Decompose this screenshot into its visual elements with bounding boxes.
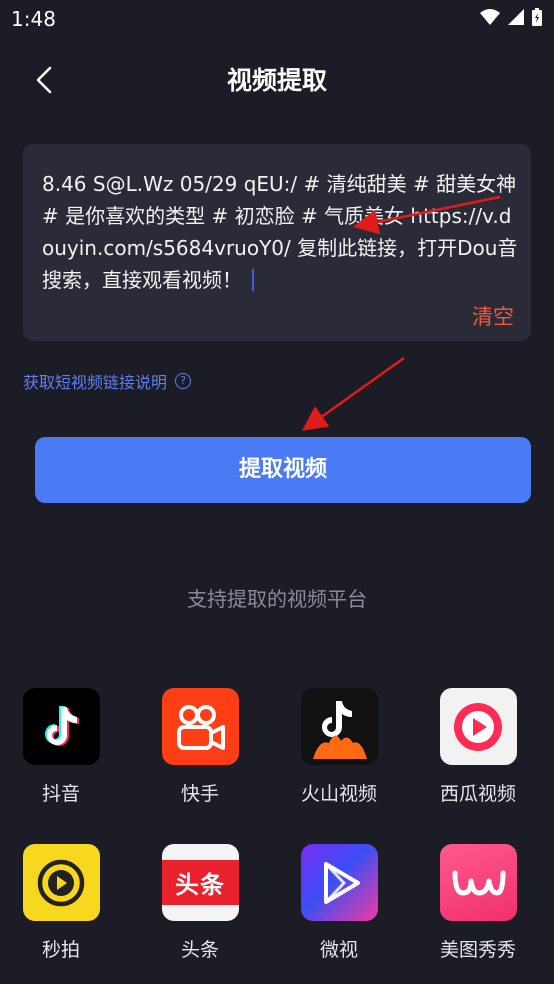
wifi-icon (480, 9, 500, 25)
miaopai-icon (22, 844, 100, 921)
platform-miaopai[interactable]: 秒拍 (11, 844, 111, 962)
douyin-icon (22, 688, 100, 765)
platform-label: 快手 (180, 783, 219, 805)
platform-label: 头条 (180, 939, 219, 961)
platform-weishi[interactable]: 微视 (289, 844, 389, 962)
question-circle-icon: ? (175, 373, 192, 389)
platform-label: 秒拍 (41, 939, 80, 961)
platform-label: 抖音 (41, 783, 80, 805)
battery-icon (532, 8, 542, 26)
platform-label: 美图秀秀 (439, 939, 516, 961)
status-time: 1:48 (11, 7, 56, 31)
help-link[interactable]: 获取短视频链接说明 ? (23, 369, 192, 393)
platform-meitu[interactable]: 美图秀秀 (428, 844, 528, 962)
platform-huoshan[interactable]: 火山视频 (289, 688, 389, 806)
platform-label: 西瓜视频 (439, 783, 516, 805)
toutiao-badge-text: 头条 (175, 871, 225, 899)
link-input-value: 8.46 S@L.Wz 05/29 qEU:/ # 清纯甜美 # 甜美女神 # … (42, 172, 518, 292)
platform-kuaishou[interactable]: 快手 (150, 688, 250, 806)
platform-label: 微视 (319, 939, 358, 961)
platform-label: 火山视频 (300, 783, 377, 805)
toutiao-badge: 头条 (161, 860, 239, 905)
meitu-icon (439, 844, 517, 921)
annotation-arrow-icon (301, 356, 405, 431)
clear-button[interactable]: 清空 (472, 301, 514, 331)
text-caret (252, 269, 254, 291)
link-input-card[interactable]: 8.46 S@L.Wz 05/29 qEU:/ # 清纯甜美 # 甜美女神 # … (23, 144, 531, 341)
cellular-signal-icon (508, 9, 524, 25)
platform-toutiao[interactable]: 头条 头条 (150, 844, 250, 962)
platform-xigua[interactable]: 西瓜视频 (428, 688, 528, 806)
help-link-label: 获取短视频链接说明 (23, 373, 168, 392)
page-title: 视频提取 (226, 66, 327, 95)
status-bar: 1:48 (0, 0, 554, 38)
link-input-text[interactable]: 8.46 S@L.Wz 05/29 qEU:/ # 清纯甜美 # 甜美女神 # … (42, 168, 520, 296)
kuaishou-icon (161, 688, 239, 765)
xigua-icon (439, 688, 517, 765)
video-extract-screen: 1:48 视频提取 8.46 S@L.Wz 05/29 qEU:/ # 清纯甜美… (0, 0, 554, 984)
weishi-icon (300, 844, 378, 921)
huoshan-icon (300, 688, 378, 765)
extract-video-button[interactable]: 提取视频 (35, 437, 531, 503)
platforms-section-title: 支持提取的视频平台 (187, 587, 367, 611)
status-icons (480, 8, 542, 26)
toutiao-icon: 头条 (161, 844, 239, 921)
platform-douyin[interactable]: 抖音 (11, 688, 111, 806)
